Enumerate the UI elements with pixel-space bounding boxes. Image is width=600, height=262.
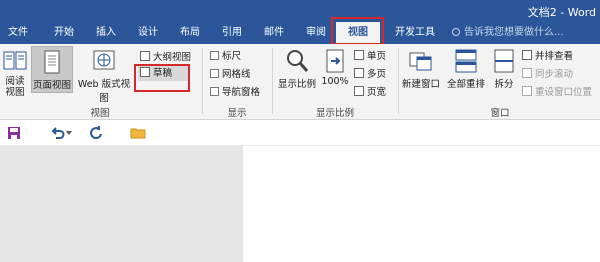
draft-button[interactable]: 草稿 bbox=[138, 66, 188, 81]
zoom-100-label: 100% bbox=[321, 76, 349, 87]
checkbox-icon bbox=[210, 69, 219, 78]
one-page-button[interactable]: 单页 bbox=[354, 49, 386, 64]
undo-dropdown-icon[interactable] bbox=[66, 131, 72, 136]
globe-icon bbox=[93, 50, 115, 70]
save-icon[interactable] bbox=[6, 125, 22, 141]
tab-design[interactable]: 设计 bbox=[130, 22, 166, 44]
new-window-button[interactable]: 新建窗口 bbox=[400, 48, 442, 90]
tab-mailings[interactable]: 邮件 bbox=[256, 22, 292, 44]
nav-pane-checkbox[interactable]: 导航窗格 bbox=[210, 85, 260, 100]
reset-position-button[interactable]: 重设窗口位置 bbox=[522, 85, 592, 100]
sync-scroll-label: 同步滚动 bbox=[535, 69, 574, 80]
document-area bbox=[0, 146, 600, 262]
tab-insert[interactable]: 插入 bbox=[88, 22, 124, 44]
checkbox-icon bbox=[210, 51, 219, 60]
page-width-label: 页宽 bbox=[367, 87, 387, 98]
arrange-all-button[interactable]: 全部重排 bbox=[444, 48, 488, 90]
quick-access-toolbar bbox=[0, 120, 600, 146]
tab-layout[interactable]: 布局 bbox=[172, 22, 208, 44]
outline-label: 大纲视图 bbox=[153, 52, 192, 63]
split-icon bbox=[494, 49, 514, 73]
hundred-percent-icon bbox=[326, 49, 344, 73]
tab-references[interactable]: 引用 bbox=[214, 22, 250, 44]
zoom-group-label: 显示比例 bbox=[315, 108, 354, 119]
page-width-icon bbox=[354, 86, 364, 96]
split-button[interactable]: 拆分 bbox=[490, 48, 518, 90]
checkbox-icon bbox=[210, 87, 219, 96]
arrange-all-label: 全部重排 bbox=[446, 79, 485, 90]
one-page-label: 单页 bbox=[367, 51, 387, 62]
zoom-label: 显示比例 bbox=[277, 79, 316, 90]
outline-icon bbox=[140, 51, 150, 61]
side-by-side-button[interactable]: 并排查看 bbox=[522, 49, 573, 64]
views-group-label: 视图 bbox=[90, 108, 110, 119]
gridlines-checkbox[interactable]: 网格线 bbox=[210, 67, 251, 82]
outline-button[interactable]: 大纲视图 bbox=[140, 50, 191, 65]
multi-page-button[interactable]: 多页 bbox=[354, 67, 386, 82]
reset-position-icon bbox=[522, 86, 532, 96]
read-mode-button[interactable]: 阅读 视图 bbox=[1, 48, 29, 98]
multi-page-icon bbox=[354, 68, 364, 78]
tab-home[interactable]: 开始 bbox=[46, 22, 82, 44]
side-by-side-icon bbox=[522, 50, 532, 60]
magnifier-icon bbox=[287, 50, 309, 72]
window-title: 文档2 - Word bbox=[527, 6, 596, 19]
window-group-label: 窗口 bbox=[490, 108, 510, 119]
tab-file[interactable]: 文件 bbox=[0, 22, 36, 44]
undo-icon[interactable] bbox=[50, 125, 66, 141]
print-layout-label: 页面视图 bbox=[32, 80, 71, 91]
redo-icon[interactable] bbox=[88, 125, 104, 141]
gridlines-label: 网格线 bbox=[222, 69, 251, 80]
draft-icon bbox=[140, 67, 150, 77]
lightbulb-icon bbox=[452, 28, 460, 36]
open-folder-icon[interactable] bbox=[130, 125, 146, 141]
web-layout-label: Web 版式视图 bbox=[77, 79, 131, 104]
print-layout-button[interactable]: 页面视图 bbox=[31, 46, 73, 93]
one-page-icon bbox=[354, 50, 364, 60]
show-group-label: 显示 bbox=[227, 108, 247, 119]
draft-label: 草稿 bbox=[153, 68, 173, 79]
sync-scroll-icon bbox=[522, 68, 532, 78]
new-window-icon bbox=[409, 52, 432, 71]
arrange-all-icon bbox=[455, 49, 477, 73]
new-window-label: 新建窗口 bbox=[401, 79, 440, 90]
side-by-side-label: 并排查看 bbox=[535, 51, 574, 62]
tab-developer[interactable]: 开发工具 bbox=[385, 22, 445, 44]
document-page[interactable] bbox=[243, 146, 600, 262]
split-label: 拆分 bbox=[494, 79, 514, 90]
tell-me-placeholder: 告诉我您想要做什么... bbox=[464, 27, 564, 38]
multi-page-label: 多页 bbox=[367, 69, 387, 80]
reset-position-label: 重设窗口位置 bbox=[535, 87, 593, 98]
read-mode-label: 阅读 视图 bbox=[5, 76, 25, 98]
web-layout-button[interactable]: Web 版式视图 bbox=[75, 48, 133, 104]
zoom-button[interactable]: 显示比例 bbox=[276, 48, 318, 90]
nav-pane-label: 导航窗格 bbox=[222, 87, 261, 98]
page-width-button[interactable]: 页宽 bbox=[354, 85, 386, 100]
tab-view[interactable]: 视图 bbox=[336, 22, 380, 44]
tell-me-box[interactable]: 告诉我您想要做什么... bbox=[452, 22, 564, 44]
tab-review[interactable]: 审阅 bbox=[298, 22, 334, 44]
zoom-100-button[interactable]: 100% bbox=[320, 48, 350, 87]
title-bar: 文档2 - Word 文件 开始 插入 设计 布局 引用 邮件 审阅 视图 开发… bbox=[0, 0, 600, 44]
ribbon: 阅读 视图 页面视图 Web 版式视图 大纲视图 草稿 视图 标尺 网格线 导航… bbox=[0, 44, 600, 120]
ruler-label: 标尺 bbox=[222, 51, 242, 62]
sync-scroll-button[interactable]: 同步滚动 bbox=[522, 67, 573, 82]
book-icon bbox=[3, 51, 27, 70]
group-divider bbox=[398, 48, 399, 114]
page-icon bbox=[44, 50, 60, 74]
ruler-checkbox[interactable]: 标尺 bbox=[210, 49, 241, 64]
